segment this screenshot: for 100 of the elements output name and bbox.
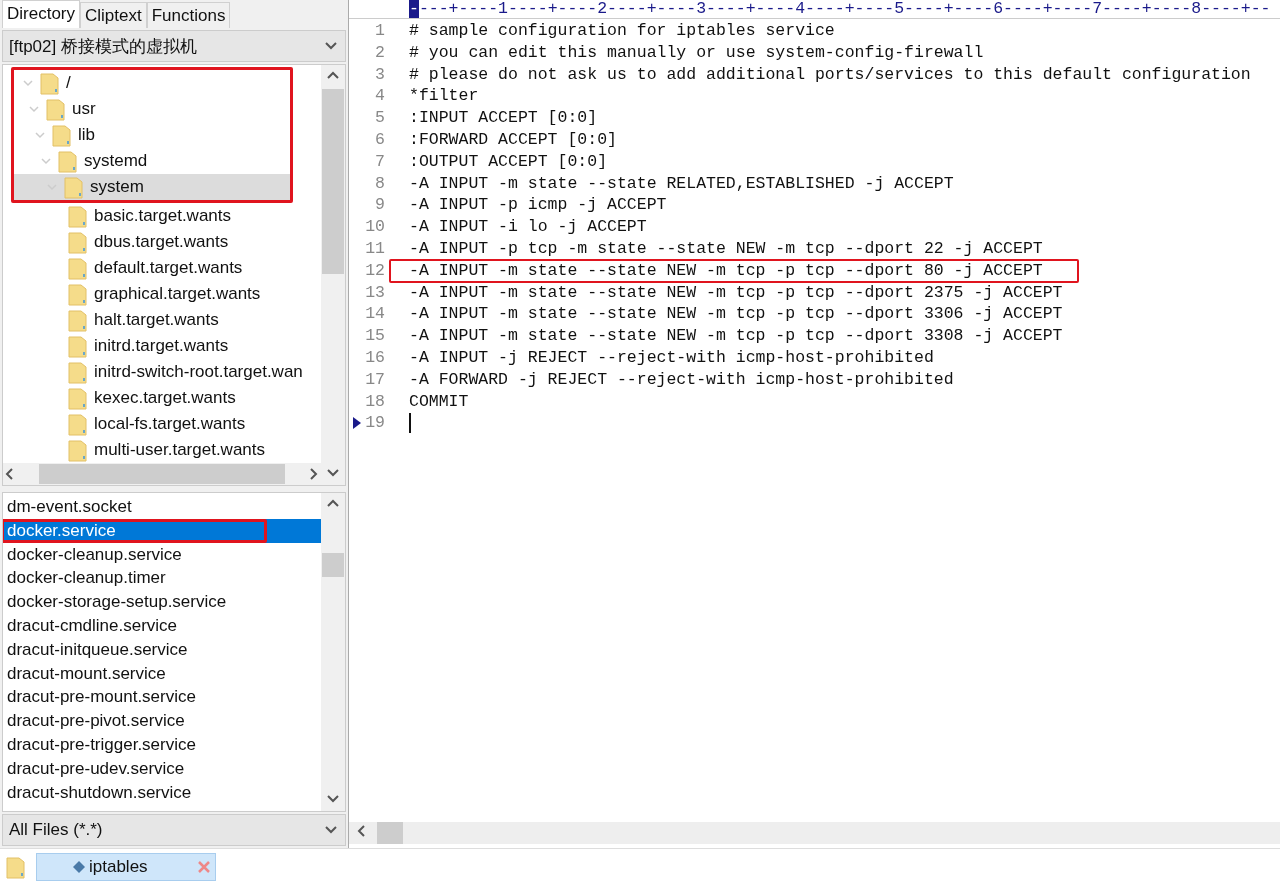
line-number: 18 xyxy=(364,390,386,413)
code-line: # sample configuration for iptables service xyxy=(409,20,835,42)
tree-item[interactable]: initrd-switch-root.target.wan xyxy=(3,359,321,385)
folder-icon xyxy=(68,334,88,358)
line-number: 7 xyxy=(374,150,386,173)
folder-icon xyxy=(68,438,88,462)
folder-icon xyxy=(68,386,88,410)
folder-icon xyxy=(58,149,78,173)
tree-item[interactable]: graphical.target.wants xyxy=(3,281,321,307)
code-line: :OUTPUT ACCEPT [0:0] xyxy=(409,150,608,173)
text-cursor xyxy=(409,413,411,434)
line-number: 19 xyxy=(349,412,409,435)
line-number: 9 xyxy=(374,194,386,217)
file-item[interactable]: dracut-pre-udev.service xyxy=(3,756,321,781)
current-line-icon xyxy=(353,417,361,430)
line-number: 1 xyxy=(374,20,386,42)
vertical-scrollbar[interactable] xyxy=(321,493,345,811)
folder-icon xyxy=(68,282,88,306)
tree-item[interactable]: lib xyxy=(14,122,290,148)
folder-icon xyxy=(68,230,88,254)
file-item[interactable]: dracut-cmdline.service xyxy=(3,614,321,638)
line-number: 10 xyxy=(364,216,386,238)
line-number: 17 xyxy=(364,368,386,391)
line-number: 15 xyxy=(364,325,386,347)
folder-icon xyxy=(64,175,84,199)
horizontal-scrollbar[interactable] xyxy=(349,822,1280,844)
horizontal-scrollbar[interactable] xyxy=(3,463,321,485)
scrollbar-thumb[interactable] xyxy=(322,553,344,577)
expanded-chevron-icon[interactable] xyxy=(34,129,46,141)
line-number: 3 xyxy=(374,63,386,86)
code-line: # please do not ask us to add additional ports/services to this default configuration xyxy=(409,63,1251,86)
code-line: -A INPUT -m state --state NEW -m tcp -p tcp --dport 3306 -j ACCEPT xyxy=(409,303,1063,326)
tree-item[interactable]: usr xyxy=(14,96,290,122)
panel-tab[interactable]: Directory xyxy=(2,0,80,28)
folder-icon xyxy=(68,256,88,280)
tree-item[interactable]: system xyxy=(14,174,290,200)
file-item[interactable]: dracut-initqueue.service xyxy=(3,637,321,662)
line-number: 2 xyxy=(374,41,386,64)
file-item[interactable]: dracut-pre-mount.service xyxy=(3,685,321,710)
folder-icon xyxy=(52,123,72,147)
scrollbar-thumb[interactable] xyxy=(377,822,403,844)
folder-icon xyxy=(68,412,88,436)
code-line: -A INPUT -i lo -j ACCEPT xyxy=(409,216,647,238)
column-ruler: ----+----1----+----2----+----3----+----4----+----5----+----6----+----7----+----8----+-- xyxy=(349,0,1280,19)
folder-icon xyxy=(68,360,88,384)
folder-icon xyxy=(6,855,26,879)
expanded-chevron-icon[interactable] xyxy=(28,103,40,115)
line-number: 16 xyxy=(364,346,386,369)
file-item[interactable]: dracut-shutdown.service xyxy=(3,780,321,805)
file-item[interactable]: docker-cleanup.timer xyxy=(3,566,321,591)
folder-select[interactable]: [ftp02] 桥接模式的虚拟机 xyxy=(2,30,346,62)
code-line: :FORWARD ACCEPT [0:0] xyxy=(409,129,617,151)
code-line: -A INPUT -m state --state NEW -m tcp -p tcp --dport 3308 -j ACCEPT xyxy=(409,325,1063,347)
code-line: *filter xyxy=(409,85,479,108)
diamond-icon xyxy=(73,861,85,873)
close-icon[interactable] xyxy=(197,860,211,874)
tree-item[interactable]: systemd xyxy=(14,148,290,174)
tree-item[interactable]: dbus.target.wants xyxy=(3,229,321,255)
code-line: -A INPUT -m state --state NEW -m tcp -p tcp --dport 80 -j ACCEPT xyxy=(409,259,1043,282)
filter-select[interactable]: All Files (*.*) xyxy=(2,814,346,846)
file-item[interactable]: dracut-mount.service xyxy=(3,661,321,686)
tree-item[interactable]: kexec.target.wants xyxy=(3,385,321,411)
code-line: :INPUT ACCEPT [0:0] xyxy=(409,107,598,129)
file-item[interactable]: docker.service xyxy=(3,518,321,543)
tree-item[interactable]: multi-user.target.wants xyxy=(3,437,321,463)
code-line: COMMIT xyxy=(409,390,469,413)
tree-item[interactable]: initrd.target.wants xyxy=(3,333,321,359)
code-line: -A INPUT -m state --state RELATED,ESTABLISHED -j ACCEPT xyxy=(409,172,954,195)
expanded-chevron-icon[interactable] xyxy=(22,77,34,89)
line-number: 8 xyxy=(374,172,386,195)
tree-item[interactable]: default.target.wants xyxy=(3,255,321,281)
code-line: -A INPUT -j REJECT --reject-with icmp-host-prohibited xyxy=(409,346,934,369)
folder-icon xyxy=(40,71,60,95)
tree-item[interactable]: local-fs.target.wants xyxy=(3,411,321,437)
file-item[interactable]: docker-storage-setup.service xyxy=(3,590,321,614)
code-line: -A FORWARD -j REJECT --reject-with icmp-host-prohibited xyxy=(409,368,954,391)
line-number: 13 xyxy=(364,281,386,304)
line-number: 12 xyxy=(364,259,386,282)
file-item[interactable]: docker-cleanup.service xyxy=(3,542,321,567)
scrollbar-thumb[interactable] xyxy=(322,89,344,274)
file-item[interactable]: dracut-pre-trigger.service xyxy=(3,732,321,757)
line-number: 11 xyxy=(364,237,386,260)
file-item[interactable]: dracut-pre-pivot.service xyxy=(3,709,321,733)
tree-item[interactable]: basic.target.wants xyxy=(3,203,321,229)
code-line: -A INPUT -p icmp -j ACCEPT xyxy=(409,194,667,217)
tree-item[interactable]: / xyxy=(14,70,290,96)
code-line: # you can edit this manually or use system-config-firewall xyxy=(409,41,984,64)
scrollbar-thumb[interactable] xyxy=(39,464,285,484)
panel-tab[interactable]: Functions xyxy=(146,2,231,28)
folder-icon xyxy=(68,308,88,332)
expanded-chevron-icon[interactable] xyxy=(40,155,52,167)
document-tab[interactable]: iptables xyxy=(36,853,216,881)
tree-item[interactable]: halt.target.wants xyxy=(3,307,321,333)
line-number: 14 xyxy=(364,303,386,326)
folder-icon xyxy=(68,204,88,228)
line-number: 5 xyxy=(374,107,386,129)
file-item[interactable]: dm-event.socket xyxy=(3,495,321,519)
panel-tab[interactable]: Cliptext xyxy=(80,2,147,28)
line-number: 4 xyxy=(374,85,386,108)
vertical-scrollbar[interactable] xyxy=(321,65,345,485)
